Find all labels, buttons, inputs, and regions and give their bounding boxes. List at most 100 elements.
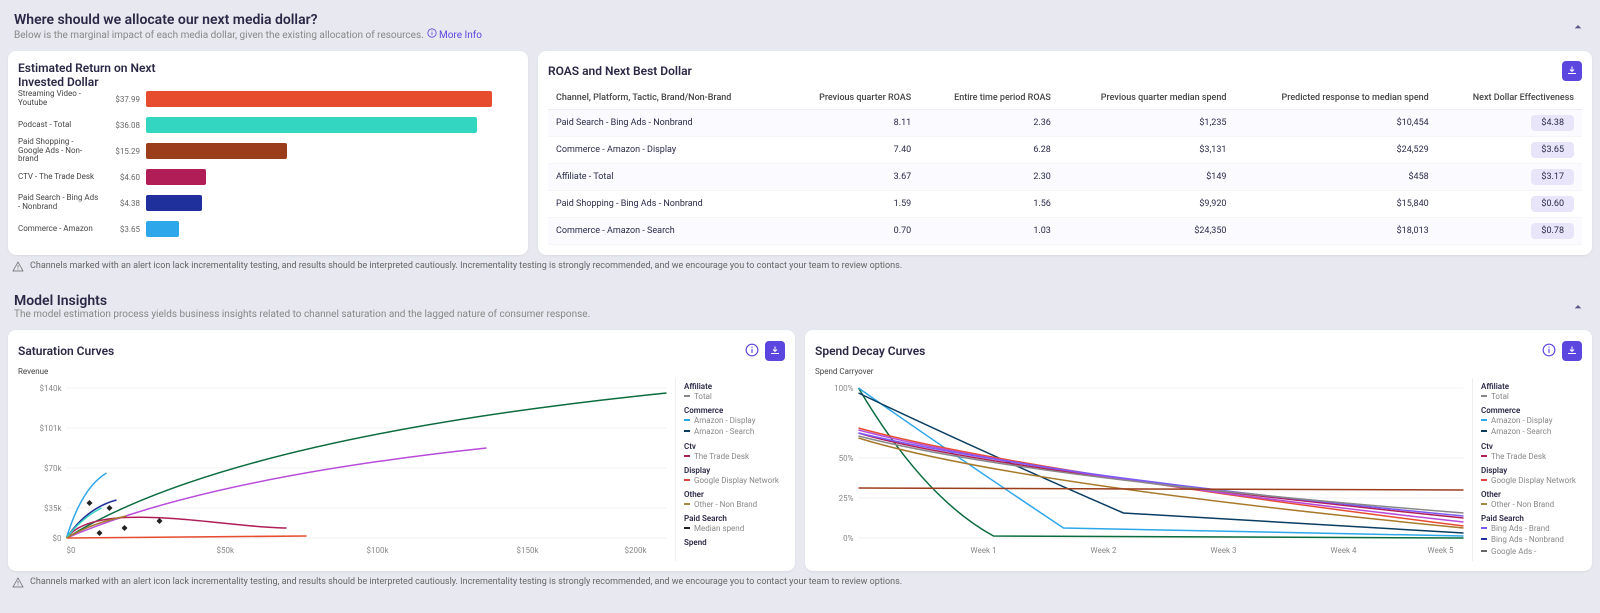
warning-icon <box>12 261 24 273</box>
legend-item[interactable]: Google Display Network <box>684 475 785 486</box>
svg-text:$0: $0 <box>53 534 62 543</box>
legend-item[interactable]: Amazon - Display <box>1481 415 1582 426</box>
info-button[interactable] <box>1539 340 1559 360</box>
bar-chart: Streaming Video - Youtube$37.99 Podcast -… <box>18 89 518 239</box>
table-cell: 3.67 <box>785 164 919 191</box>
bar-value: $37.99 <box>106 95 140 104</box>
table-cell: 1.56 <box>919 191 1059 218</box>
legend: AffiliateTotalCommerceAmazon - DisplayAm… <box>675 378 785 561</box>
legend-item[interactable]: Google Display Network <box>1481 475 1582 486</box>
bar-row: Commerce - Amazon$3.65 <box>18 219 518 239</box>
bar-label: Paid Search - Bing Ads - Nonbrand <box>18 194 100 212</box>
svg-text:$200k: $200k <box>624 546 647 555</box>
bar-value: $4.38 <box>106 199 140 208</box>
table-header: Previous quarter ROAS <box>785 87 919 110</box>
legend-group: Paid Search <box>1481 514 1582 523</box>
section-header: Where should we allocate our next media … <box>8 8 1592 45</box>
table-cell: 1.59 <box>785 191 919 218</box>
legend-group: Commerce <box>1481 406 1582 415</box>
bar-row: Podcast - Total$36.08 <box>18 115 518 135</box>
legend-item[interactable]: The Trade Desk <box>1481 451 1582 462</box>
section-title: Model Insights <box>14 293 590 309</box>
saturation-curves-card: Saturation Curves Revenue $140k $101k $7… <box>8 330 795 571</box>
svg-text:$0: $0 <box>67 546 76 555</box>
table-cell: $1,235 <box>1059 110 1235 137</box>
model-insights-section: Model Insights The model estimation proc… <box>8 289 1592 595</box>
chevron-up-icon[interactable] <box>1570 19 1586 35</box>
legend-group: Ctv <box>684 442 785 451</box>
table-header: Next Dollar Effectiveness <box>1437 87 1582 110</box>
legend-item[interactable]: Amazon - Display <box>684 415 785 426</box>
section-title: Where should we allocate our next media … <box>14 12 482 28</box>
legend-group: Affiliate <box>1481 382 1582 391</box>
legend-item[interactable]: Median spend <box>684 523 785 534</box>
legend-item[interactable]: Google Ads - <box>1481 546 1582 557</box>
table-cell: Paid Search - Bing Ads - Nonbrand <box>548 110 785 137</box>
table-row: Commerce - Amazon - Search0.701.03$24,35… <box>548 218 1582 245</box>
legend-item[interactable]: Other - Non Brand <box>684 499 785 510</box>
table-cell: $149 <box>1059 164 1235 191</box>
table-row: Paid Search - Bing Ads - Nonbrand8.112.3… <box>548 110 1582 137</box>
svg-text:$101k: $101k <box>39 424 62 433</box>
bar-label: Podcast - Total <box>18 121 100 130</box>
download-button[interactable] <box>1562 341 1582 361</box>
info-icon <box>427 28 437 38</box>
download-icon <box>1566 65 1578 77</box>
legend-group: Affiliate <box>684 382 785 391</box>
table-cell: Commerce - Amazon - Search <box>548 218 785 245</box>
table-cell: $4.38 <box>1437 110 1582 137</box>
table-cell: $18,013 <box>1234 218 1436 245</box>
bar-row: CTV - The Trade Desk $4.60 <box>18 167 518 187</box>
section-subtitle: Below is the marginal impact of each med… <box>14 30 424 41</box>
legend-item[interactable]: Other - Non Brand <box>1481 499 1582 510</box>
table-cell: 1.03 <box>919 218 1059 245</box>
svg-text:0%: 0% <box>843 534 853 543</box>
legend-item[interactable]: Total <box>1481 391 1582 402</box>
legend-item[interactable]: Bing Ads - Brand <box>1481 523 1582 534</box>
table-cell: 2.36 <box>919 110 1059 137</box>
table-cell: $3.17 <box>1437 164 1582 191</box>
card-title: Spend Decay Curves <box>815 344 925 358</box>
download-button[interactable] <box>1562 61 1582 81</box>
table-cell: $24,350 <box>1059 218 1235 245</box>
alert-message: Channels marked with an alert icon lack … <box>8 255 1592 279</box>
legend-group: Paid Search <box>684 514 785 523</box>
table-cell: 2.30 <box>919 164 1059 191</box>
spend-decay-card: Spend Decay Curves Spend Carryover 100% … <box>805 330 1592 571</box>
legend-item[interactable]: The Trade Desk <box>684 451 785 462</box>
table-cell: 7.40 <box>785 137 919 164</box>
bar-label: Commerce - Amazon <box>18 225 100 234</box>
bar-row: Paid Shopping - Google Ads - Non-brand$1… <box>18 141 518 161</box>
legend-group: Other <box>1481 490 1582 499</box>
table-cell: 6.28 <box>919 137 1059 164</box>
download-button[interactable] <box>765 341 785 361</box>
bar-value: $4.60 <box>106 173 140 182</box>
section-subtitle: The model estimation process yields busi… <box>14 309 590 320</box>
roas-table: Channel, Platform, Tactic, Brand/Non-Bra… <box>548 87 1582 245</box>
svg-text:Week 3: Week 3 <box>1211 546 1237 555</box>
card-title: ROAS and Next Best Dollar <box>548 64 692 78</box>
legend-group: Other <box>684 490 785 499</box>
svg-text:$150k: $150k <box>517 546 540 555</box>
legend-item[interactable]: Amazon - Search <box>684 426 785 437</box>
legend-item[interactable]: Amazon - Search <box>1481 426 1582 437</box>
info-icon <box>745 343 759 357</box>
bar-label: CTV - The Trade Desk <box>18 173 100 182</box>
table-cell: Commerce - Amazon - Display <box>548 137 785 164</box>
svg-text:Week 2: Week 2 <box>1091 546 1118 555</box>
chevron-up-icon[interactable] <box>1570 299 1586 315</box>
legend-group: Ctv <box>1481 442 1582 451</box>
bar-row: Streaming Video - Youtube$37.99 <box>18 89 518 109</box>
more-info-link[interactable]: More Info <box>427 30 482 41</box>
legend-group: Display <box>1481 466 1582 475</box>
legend-item[interactable]: Bing Ads - Nonbrand <box>1481 534 1582 545</box>
table-header: Predicted response to median spend <box>1234 87 1436 110</box>
svg-text:100%: 100% <box>834 384 853 393</box>
bar-row: Paid Search - Bing Ads - Nonbrand $4.38 <box>18 193 518 213</box>
chart-axis-title: Spend Carryover <box>815 367 1582 376</box>
legend-item[interactable]: Total <box>684 391 785 402</box>
table-cell: $3,131 <box>1059 137 1235 164</box>
svg-text:$50k: $50k <box>217 546 235 555</box>
info-button[interactable] <box>742 340 762 360</box>
table-cell: $24,529 <box>1234 137 1436 164</box>
